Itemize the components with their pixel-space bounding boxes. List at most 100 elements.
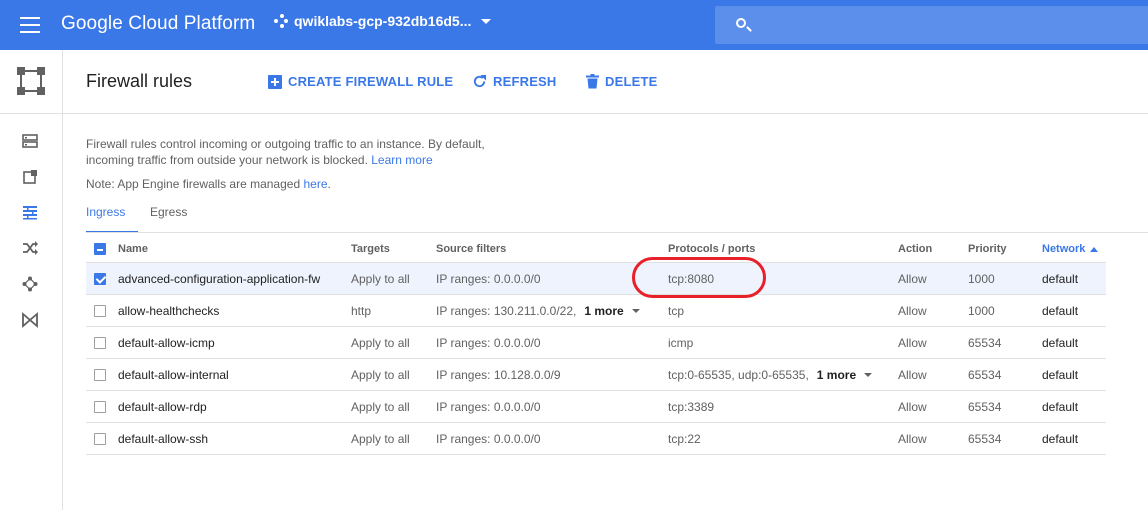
- search-input[interactable]: [715, 6, 1148, 44]
- tab-ingress[interactable]: Ingress: [86, 205, 125, 227]
- refresh-icon: [473, 74, 487, 88]
- rule-name[interactable]: default-allow-icmp: [118, 327, 215, 358]
- rule-action: Allow: [898, 271, 927, 286]
- rule-targets: Apply to all: [351, 335, 410, 350]
- create-label: CREATE FIREWALL RULE: [288, 74, 454, 89]
- protocols-text: tcp:0-65535, udp:0-65535,: [668, 367, 809, 382]
- page-header: Firewall rules CREATE FIREWALL RULE REFR…: [63, 50, 1148, 114]
- shared-vpc-icon[interactable]: [22, 312, 38, 328]
- rule-protocols: tcp: [668, 303, 685, 318]
- hamburger-menu-icon[interactable]: [20, 17, 40, 33]
- rule-name[interactable]: default-allow-ssh: [118, 423, 208, 454]
- peering-icon[interactable]: [22, 276, 38, 292]
- rule-targets: Apply to all: [351, 431, 410, 446]
- rule-priority: 65534: [968, 335, 1002, 350]
- row-checkbox[interactable]: [94, 432, 106, 445]
- rule-action: Allow: [898, 399, 927, 414]
- rule-name[interactable]: default-allow-internal: [118, 359, 229, 390]
- table-header-row: Name Targets Source filters Protocols / …: [86, 236, 1106, 263]
- rule-source-filters: IP ranges: 0.0.0.0/0: [436, 335, 541, 350]
- table-row[interactable]: default-allow-icmp Apply to all IP range…: [86, 327, 1106, 359]
- dropdown-arrow-icon: [631, 308, 640, 313]
- table-row[interactable]: advanced-configuration-application-fw Ap…: [86, 263, 1106, 295]
- table-row[interactable]: default-allow-rdp Apply to all IP ranges…: [86, 391, 1106, 423]
- tab-egress[interactable]: Egress: [150, 205, 187, 227]
- rule-network[interactable]: default: [1042, 327, 1078, 358]
- table-row[interactable]: default-allow-ssh Apply to all IP ranges…: [86, 423, 1106, 455]
- rule-action: Allow: [898, 367, 927, 382]
- top-app-bar: Google Cloud Platform qwiklabs-gcp-932db…: [0, 0, 1148, 50]
- rule-targets: http: [351, 303, 372, 318]
- learn-more-link[interactable]: Learn more: [371, 153, 432, 167]
- column-header-action[interactable]: Action: [898, 236, 932, 262]
- rule-protocols: icmp: [668, 335, 694, 350]
- rule-name[interactable]: advanced-configuration-application-fw: [118, 263, 320, 294]
- description-line-2: incoming traffic from outside your netwo…: [86, 153, 368, 167]
- app-engine-note: Note: App Engine firewalls are managed h…: [86, 177, 331, 191]
- rule-network[interactable]: default: [1042, 359, 1078, 390]
- search-icon: [736, 18, 746, 28]
- rule-priority: 1000: [968, 271, 995, 286]
- column-header-protocols-ports[interactable]: Protocols / ports: [668, 236, 755, 262]
- rule-priority: 1000: [968, 303, 995, 318]
- rule-targets: Apply to all: [351, 399, 410, 414]
- product-name[interactable]: Google Cloud Platform: [61, 13, 255, 35]
- page-description: Firewall rules control incoming or outgo…: [86, 136, 516, 168]
- row-checkbox[interactable]: [94, 368, 106, 381]
- column-header-network[interactable]: Network: [1042, 236, 1099, 262]
- rule-action: Allow: [898, 431, 927, 446]
- note-end: .: [327, 177, 331, 191]
- trash-icon: [586, 74, 599, 89]
- project-dots-icon: [274, 14, 288, 28]
- more-label: 1 more: [816, 367, 857, 382]
- column-header-name[interactable]: Name: [118, 236, 148, 262]
- project-selector[interactable]: qwiklabs-gcp-932db16d5...: [274, 13, 492, 29]
- column-header-targets[interactable]: Targets: [351, 236, 390, 262]
- rule-protocols: tcp:3389: [668, 399, 715, 414]
- delete-button[interactable]: DELETE: [586, 74, 657, 89]
- source-filter-text: IP ranges: 130.211.0.0/22,: [436, 303, 577, 318]
- select-all-checkbox[interactable]: [94, 243, 106, 255]
- here-link[interactable]: here: [303, 177, 327, 191]
- rule-name[interactable]: default-allow-rdp: [118, 391, 207, 422]
- row-checkbox[interactable]: [94, 336, 106, 349]
- rule-network[interactable]: default: [1042, 423, 1078, 454]
- refresh-button[interactable]: REFRESH: [472, 74, 557, 89]
- row-checkbox[interactable]: [94, 304, 106, 317]
- rule-name[interactable]: allow-healthchecks: [118, 295, 219, 326]
- external-ip-icon[interactable]: [22, 169, 38, 185]
- firewall-rules-icon[interactable]: [22, 204, 38, 220]
- rule-source-filters: IP ranges: 0.0.0.0/0: [436, 399, 541, 414]
- table-row[interactable]: default-allow-internal Apply to all IP r…: [86, 359, 1106, 391]
- column-header-source-filters[interactable]: Source filters: [436, 236, 506, 262]
- page-title: Firewall rules: [86, 71, 193, 91]
- rule-source-filters: IP ranges: 10.128.0.0/9: [436, 367, 561, 382]
- refresh-label: REFRESH: [493, 74, 557, 89]
- row-checkbox[interactable]: [94, 272, 106, 285]
- rule-network[interactable]: default: [1042, 391, 1078, 422]
- rule-network[interactable]: default: [1042, 263, 1078, 294]
- row-checkbox[interactable]: [94, 400, 106, 413]
- rule-source-filters: IP ranges: 0.0.0.0/0: [436, 431, 541, 446]
- protocols-more-dropdown[interactable]: 1 more: [816, 367, 873, 382]
- chevron-down-icon: [481, 18, 492, 24]
- rule-priority: 65534: [968, 399, 1002, 414]
- vpc-network-logo-icon: [17, 67, 45, 95]
- source-more-dropdown[interactable]: 1 more: [584, 303, 640, 318]
- rule-action: Allow: [898, 335, 927, 350]
- vpc-networks-icon[interactable]: [22, 133, 38, 149]
- tabs-divider: [86, 232, 1148, 233]
- sort-ascending-icon: [1090, 246, 1099, 252]
- rule-priority: 65534: [968, 431, 1002, 446]
- column-header-priority[interactable]: Priority: [968, 236, 1007, 262]
- description-line-1: Firewall rules control incoming or outgo…: [86, 137, 485, 151]
- rule-protocols: tcp:0-65535, udp:0-65535, 1 more: [668, 359, 873, 390]
- routes-icon[interactable]: [22, 240, 38, 256]
- rule-targets: Apply to all: [351, 367, 410, 382]
- left-nav: [0, 50, 63, 510]
- table-row[interactable]: allow-healthchecks http IP ranges: 130.2…: [86, 295, 1106, 327]
- more-label: 1 more: [584, 303, 624, 318]
- rule-network[interactable]: default: [1042, 295, 1078, 326]
- create-firewall-rule-button[interactable]: CREATE FIREWALL RULE: [268, 74, 453, 89]
- dropdown-arrow-icon: [864, 372, 873, 377]
